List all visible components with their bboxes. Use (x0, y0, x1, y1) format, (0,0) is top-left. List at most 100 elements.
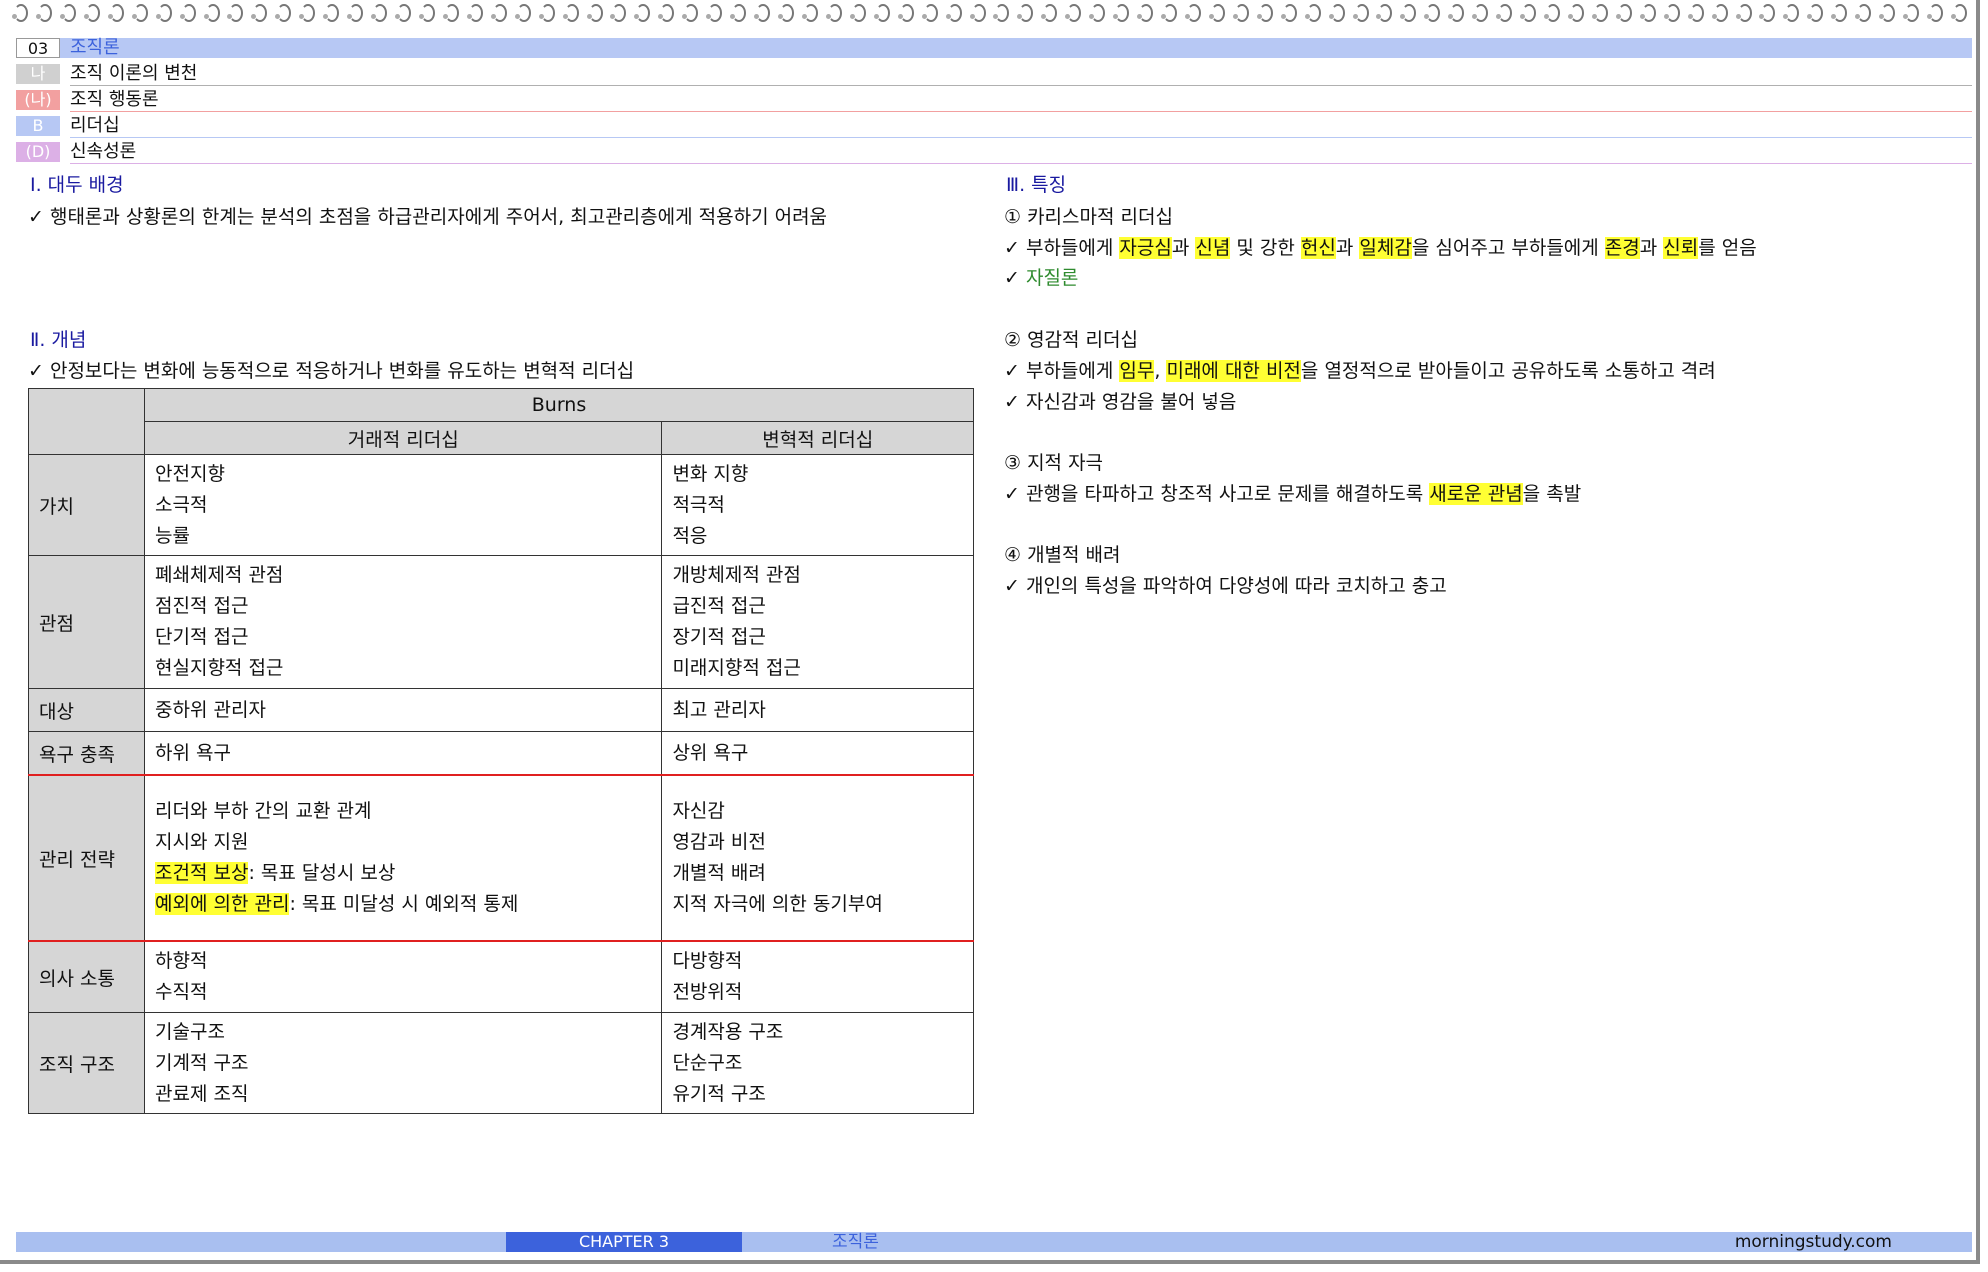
level-1-label: 조직 이론의 변천 (70, 63, 198, 84)
cell-line: 전방위적 (672, 981, 743, 1003)
footer-chapter: CHAPTER 3 (506, 1232, 742, 1252)
spiral-ring-icon (1063, 0, 1083, 22)
item-3-title: ③ 지적 자극 (1004, 452, 1104, 474)
spiral-ring-icon (1279, 0, 1299, 22)
text-run: , (1154, 360, 1167, 382)
cell-line: 하위 욕구 (155, 741, 231, 764)
highlight-term: 예외에 의한 관리 (155, 893, 290, 915)
header-chapter-bar (16, 38, 1972, 58)
text-run: 과 (1171, 237, 1196, 259)
highlight-term: 조건적 보상 (155, 862, 249, 884)
spiral-ring-icon (800, 0, 820, 22)
level-2-tag: (나) (16, 90, 60, 110)
spiral-ring-icon (1781, 0, 1801, 22)
header-level-2: (나) 조직 행동론 (16, 90, 1972, 112)
cell-line: 점진적 접근 (155, 595, 249, 617)
spiral-ring-icon (1494, 0, 1514, 22)
cell-line: 조건적 보상: 목표 달성시 보상 (155, 858, 651, 889)
text-run: 을 열정적으로 받아들이고 공유하도록 소통하고 격려 (1300, 360, 1716, 382)
spiral-ring-icon (872, 0, 892, 22)
item-4-title: ④ 개별적 배려 (1004, 544, 1121, 566)
col-header-transformational: 변혁적 리더십 (661, 421, 974, 455)
row-header: 가치 (28, 454, 145, 556)
cell-line: 하향적 (155, 950, 208, 972)
spiral-ring-icon (34, 0, 54, 22)
spiral-ring-icon (513, 0, 533, 22)
text-run: ✓ 부하들에게 (1004, 237, 1120, 259)
spiral-ring-icon (1686, 0, 1706, 22)
cell-line: 다방향적 (672, 950, 743, 972)
spiral-ring-icon (1901, 0, 1921, 22)
cell-line: 기계적 구조 (155, 1051, 249, 1074)
highlight-term: 신념 (1195, 237, 1231, 259)
term-description: : 목표 달성시 보상 (248, 862, 396, 884)
spiral-ring-icon (1039, 0, 1059, 22)
table-row: 조직 구조 기술구조 기계적 구조 관료제 조직 경계작용 구조 단순구조 유기적 구조 (28, 1012, 974, 1114)
cell-transactional: 안전지향 소극적 능률 (143, 454, 663, 556)
cell-line: 경계작용 구조 (672, 1020, 784, 1043)
spiral-ring-icon (417, 0, 437, 22)
spiral-ring-icon (178, 0, 198, 22)
cell-transformational: 최고 관리자 (661, 688, 974, 732)
table-row: 관리 전략 리더와 부하 간의 교환 관계 지시와 지원 조건적 보상: 목표 달성시… (28, 774, 974, 942)
spiral-ring-icon (154, 0, 174, 22)
level-1-tag: 나 (16, 64, 60, 84)
note-page: 03 조직론 나 조직 이론의 변천 (나) 조직 행동론 B 리더십 (D) … (0, 0, 1980, 1264)
spiral-ring-icon (1135, 0, 1155, 22)
item-4-text: ✓ 개인의 특성을 파악하여 다양성에 따라 코치하고 충고 (1004, 575, 1447, 597)
table-row: 의사 소통 하향적 수직적 다방향적 전방위적 (28, 940, 974, 1013)
comparison-table: Burns 거래적 리더십 변혁적 리더십 가치 안전지향 소극적 능률 변화 지향 적극… (28, 388, 974, 1114)
table-row: 대상 중하위 관리자 최고 관리자 (28, 688, 974, 732)
spiral-ring-icon (465, 0, 485, 22)
text-run: 및 강한 (1230, 237, 1301, 259)
spiral-ring-icon (632, 0, 652, 22)
spiral-ring-icon (130, 0, 150, 22)
spiral-ring-icon (585, 0, 605, 22)
cell-line: 상위 욕구 (672, 741, 749, 764)
cell-line: 중하위 관리자 (155, 698, 266, 721)
spiral-ring-icon (776, 0, 796, 22)
cell-line: 기술구조 (155, 1020, 225, 1043)
level-3-tag: B (16, 116, 60, 136)
spiral-ring-icon (1159, 0, 1179, 22)
cell-line: 자신감 (672, 800, 725, 822)
level-1-rule (70, 85, 1972, 86)
cell-line: 예외에 의한 관리: 목표 미달성 시 예외적 통제 (155, 889, 651, 920)
spiral-ring-icon (680, 0, 700, 22)
text-run: 를 얻음 (1698, 237, 1757, 259)
header-level-1: 나 조직 이론의 변천 (16, 63, 1972, 86)
section-2-text: ✓ 안정보다는 변화에 능동적으로 적응하거나 변화를 유도하는 변혁적 리더십 (28, 360, 635, 382)
spiral-ring-icon (489, 0, 509, 22)
spiral-ring-icon (608, 0, 628, 22)
text-run: 과 (1335, 237, 1360, 259)
spiral-ring-icon (968, 0, 988, 22)
spiral-ring-icon (1111, 0, 1131, 22)
spiral-ring-icon (1446, 0, 1466, 22)
spiral-ring-icon (1853, 0, 1873, 22)
cell-transformational: 다방향적전방위적 (661, 940, 974, 1013)
cell-line: 소극적 (155, 493, 208, 516)
spiral-ring-icon (991, 0, 1011, 22)
spiral-ring-icon (273, 0, 293, 22)
spiral-ring-icon (393, 0, 413, 22)
section-1-title: Ⅰ. 대두 배경 (30, 174, 124, 196)
spiral-ring-icon (82, 0, 102, 22)
cell-line: 적극적 (672, 493, 725, 516)
spiral-ring-icon (824, 0, 844, 22)
spiral-ring-icon (656, 0, 676, 22)
cell-line: 적응 (672, 524, 708, 547)
footer-site: morningstudy.com (1734, 1232, 1892, 1252)
chapter-number: 03 (16, 38, 60, 58)
cell-line: 유기적 구조 (672, 1082, 766, 1105)
spiral-ring-icon (1351, 0, 1371, 22)
spiral-ring-icon (1542, 0, 1562, 22)
table-row: 욕구 충족 하위 욕구 상위 욕구 (28, 731, 974, 776)
spiral-ring-icon (1949, 0, 1969, 22)
spiral-ring-icon (1255, 0, 1275, 22)
spiral-ring-icon (10, 0, 30, 22)
spiral-ring-icon (848, 0, 868, 22)
chapter-title: 조직론 (70, 37, 120, 58)
spiral-ring-icon (1231, 0, 1251, 22)
cell-transformational: 자신감 영감과 비전 개별적 배려 지적 자극에 의한 동기부여 (661, 774, 974, 942)
cell-line: 관료제 조직 (155, 1082, 249, 1105)
